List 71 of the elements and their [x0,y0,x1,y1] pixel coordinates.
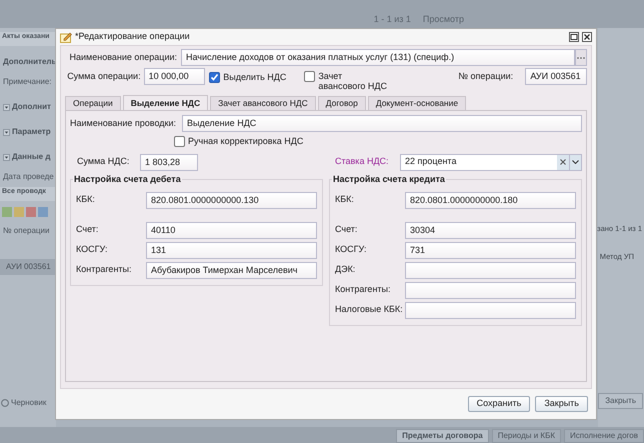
input-field[interactable]: 731 [405,242,576,258]
field-label: Счет: [335,223,358,236]
combobox-value: 22 процента [404,155,458,168]
field-label: КБК: [76,193,96,206]
status-label: Черновик [11,397,46,409]
field-label: Наименование проводки: [70,116,177,130]
tab[interactable]: Договор [318,96,366,110]
input-field[interactable]: АУИ 003561 [525,68,587,85]
collapse-icon[interactable] [3,154,10,160]
collapse-icon[interactable] [3,128,10,136]
field-label: КОСГУ: [335,243,368,256]
input-field[interactable]: 1 803,28 [140,154,198,170]
close-icon[interactable] [582,32,592,42]
section-title: Дополнитель [2,56,56,68]
input-field[interactable]: 30304 [405,222,576,238]
checkbox-label: Зачет авансового НДС [318,71,388,91]
pager-text: 1 - 1 из 1 [374,12,411,26]
field-label: № операции [2,225,50,237]
maximize-icon[interactable] [569,32,579,42]
tab[interactable]: Операции [65,96,121,110]
section-title: Данные д [12,151,50,163]
input-field[interactable]: 40110 [146,222,317,238]
input-field[interactable]: Выделение НДС [182,115,582,132]
tab[interactable]: Документ-основание [368,96,466,110]
tab[interactable]: Предметы договора [396,429,489,443]
field-label: Ставка НДС: [335,155,390,168]
field-label: ДЭК: [335,263,356,276]
input-field[interactable]: 10 000,00 [144,68,206,85]
field-label: КБК: [335,193,355,206]
fieldset-title: Настройка счета дебета [73,172,182,186]
field-label: Дата проведе [2,171,55,183]
radio-icon[interactable] [1,399,9,407]
field-label: Контрагенты: [76,263,133,276]
window-title: *Редактирование операции [75,30,191,44]
collapse-icon[interactable] [3,104,10,110]
input-field[interactable]: 131 [146,242,317,258]
input-field[interactable]: Начисление доходов от оказания платных услуг (131) (специф.) [181,49,575,66]
field-label: Сумма операции: [66,70,142,83]
close-button[interactable]: Закрыть [598,393,643,409]
dialog-button[interactable]: Закрыть [535,396,588,412]
field-label: Наименование операции: [68,50,178,64]
checkbox-label: Ручная корректировка НДС [188,135,304,148]
input-field[interactable] [405,302,576,318]
input-field[interactable] [405,282,576,298]
checkbox[interactable] [209,72,220,84]
field-label: Примечание: [2,76,53,88]
fieldset-title: Настройка счета кредита [332,172,446,186]
tab[interactable]: Зачет авансового НДС [210,96,316,110]
table-cell: АУИ 003561 [0,259,56,275]
dialog-button[interactable]: Сохранить [468,396,530,412]
checkbox[interactable] [174,136,185,148]
rate-combobox[interactable]: 22 процента [400,154,582,170]
caret-icon[interactable] [569,154,581,170]
checkbox-label: Выделить НДС [223,71,286,84]
tab[interactable]: Выделение НДС [122,95,208,110]
field-label: № операции: [458,70,514,83]
input-field[interactable]: Абубакиров Тимерхан Марселевич [146,262,317,278]
input-field[interactable] [405,262,576,278]
view-title: Просмотр [422,12,464,26]
edit-icon [60,32,72,42]
input-field[interactable]: 820.0801.0000000000.130 [146,192,317,208]
checkbox[interactable] [304,71,316,82]
section-title: Параметр [12,126,51,138]
clear-icon[interactable] [557,154,569,170]
field-label: Контрагенты: [335,283,392,296]
field-label: Счет: [76,223,100,236]
input-field[interactable]: 820.0801.0000000000.180 [405,192,576,208]
field-label: КОСГУ: [76,243,109,256]
field-label: Налоговые КБК: [335,303,404,316]
section-title: Дополнит [12,101,51,113]
field-label: Сумма НДС: [76,155,130,168]
